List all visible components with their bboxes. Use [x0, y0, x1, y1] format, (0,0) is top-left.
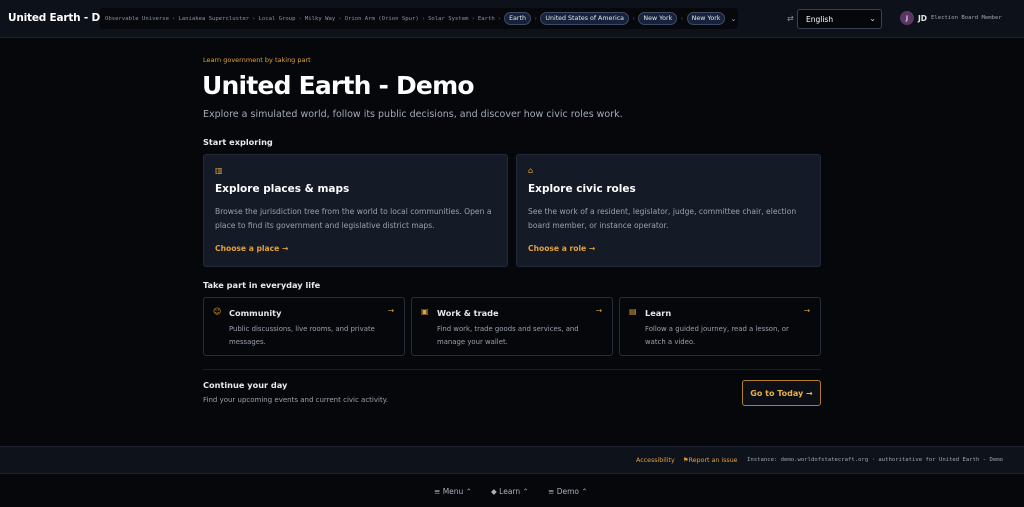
menu-icon: ≡	[434, 487, 441, 496]
breadcrumb-separator: ›	[471, 15, 475, 22]
breadcrumb-pill-new-york-city[interactable]: New York	[686, 12, 726, 25]
card-title: Learn	[645, 308, 672, 318]
report-issue-link[interactable]: ⚑Report an issue	[683, 457, 738, 464]
demo-label: Demo	[556, 487, 579, 496]
breadcrumb-item[interactable]: Solar System	[428, 16, 468, 22]
menu-label: Menu	[442, 487, 464, 496]
breadcrumb-item[interactable]: Milky Way	[305, 16, 335, 22]
breadcrumb-separator: ›	[680, 15, 684, 22]
breadcrumb-separator: ›	[533, 15, 538, 22]
page-title: United Earth - Demo	[202, 71, 475, 100]
menu-button[interactable]: ≡ Menu ⌃	[434, 487, 472, 496]
breadcrumb-separator: ›	[252, 15, 256, 22]
breadcrumb-separator: ›	[632, 15, 636, 22]
continue-description: Find your upcoming events and current ci…	[203, 396, 389, 404]
breadcrumb-pill-usa[interactable]: United States of America	[540, 12, 630, 25]
arrow-right-icon: →	[595, 306, 602, 315]
menu-icon: ≡	[548, 487, 555, 496]
chevron-down-icon[interactable]: ⌄	[730, 15, 736, 23]
instance-info: Instance: demo.worldofstatecraft.org · a…	[747, 457, 1003, 463]
explore-roles-card[interactable]: ⌂ Explore civic roles See the work of a …	[516, 154, 821, 267]
accessibility-link[interactable]: Accessibility	[636, 457, 675, 464]
card-title: Explore civic roles	[528, 183, 636, 195]
top-bar: United Earth - Demo Observable Universe ›…	[0, 0, 1024, 38]
avatar[interactable]: J	[900, 11, 914, 25]
translate-icon: ⇄	[787, 14, 794, 23]
go-to-today-button[interactable]: Go to Today →	[742, 380, 821, 406]
breadcrumb-separator: ›	[298, 15, 302, 22]
start-exploring-heading: Start exploring	[203, 137, 273, 147]
user-menu[interactable]: J JD Election Board Member	[900, 11, 1002, 25]
page-subtitle: Explore a simulated world, follow its pu…	[203, 109, 623, 120]
bottom-nav: ≡ Menu ⌃ ◆ Learn ⌃ ≡ Demo ⌃	[0, 478, 1024, 507]
breadcrumb-separator: ›	[497, 15, 502, 22]
card-description: Find work, trade goods and services, and…	[437, 325, 579, 346]
continue-title: Continue your day	[203, 380, 288, 390]
institution-icon: ⌂	[528, 166, 534, 175]
breadcrumb-pill-new-york-state[interactable]: New York	[638, 12, 678, 25]
footer: Accessibility ⚑Report an issue Instance:…	[0, 446, 1024, 474]
book-icon: ▤	[629, 307, 637, 316]
card-title: Community	[229, 308, 282, 318]
language-select-value: English	[806, 15, 834, 24]
card-description: Public discussions, live rooms, and priv…	[229, 325, 375, 346]
users-icon: ☺	[213, 307, 222, 316]
work-trade-card[interactable]: ▣ Work & trade Find work, trade goods an…	[411, 297, 613, 356]
breadcrumb-item[interactable]: Observable Universe	[105, 16, 169, 22]
everyday-heading: Take part in everyday life	[203, 280, 321, 290]
breadcrumb-item[interactable]: Orion Arm (Orion Spur)	[345, 16, 419, 22]
breadcrumb-item[interactable]: Local Group	[258, 16, 295, 22]
explore-places-card[interactable]: ▥ Explore places & maps Browse the juris…	[203, 154, 508, 267]
user-initials: JD	[918, 13, 928, 23]
user-role: Election Board Member	[931, 15, 1002, 21]
breadcrumb-pill-earth[interactable]: Earth	[504, 12, 531, 25]
hero-kicker: Learn government by taking part	[203, 56, 311, 64]
language-select[interactable]: English ⌄	[797, 9, 882, 29]
card-description: See the work of a resident, legislator, …	[528, 207, 797, 230]
breadcrumb-item[interactable]: Earth	[478, 16, 495, 22]
breadcrumb-separator: ›	[172, 15, 176, 22]
card-description: Browse the jurisdiction tree from the wo…	[215, 207, 492, 230]
card-title: Work & trade	[437, 308, 499, 318]
briefcase-icon: ▣	[421, 307, 429, 316]
choose-place-link[interactable]: Choose a place →	[215, 244, 288, 253]
learn-card[interactable]: ▤ Learn Follow a guided journey, read a …	[619, 297, 821, 356]
report-issue-label: Report an issue	[688, 457, 738, 464]
graduation-cap-icon: ◆	[491, 487, 497, 496]
breadcrumb-separator: ›	[338, 15, 342, 22]
map-icon: ▥	[215, 166, 223, 175]
breadcrumb-separator: ›	[421, 15, 426, 22]
choose-role-link[interactable]: Choose a role →	[528, 244, 595, 253]
divider	[203, 369, 821, 370]
card-title: Explore places & maps	[215, 183, 350, 195]
card-description: Follow a guided journey, read a lesson, …	[645, 325, 789, 346]
arrow-right-icon: →	[387, 306, 394, 315]
arrow-right-icon: →	[803, 306, 810, 315]
chevron-up-icon: ⌃	[581, 487, 588, 496]
learn-button[interactable]: ◆ Learn ⌃	[491, 487, 529, 496]
chevron-down-icon: ⌄	[869, 14, 876, 23]
chevron-up-icon: ⌃	[465, 487, 472, 496]
breadcrumb-item[interactable]: Laniakea Supercluster	[178, 16, 249, 22]
community-card[interactable]: ☺ Community Public discussions, live roo…	[203, 297, 405, 356]
breadcrumb: Observable Universe › Laniakea Superclust…	[100, 8, 738, 29]
demo-button[interactable]: ≡ Demo ⌃	[548, 487, 588, 496]
learn-label: Learn	[499, 487, 521, 496]
chevron-up-icon: ⌃	[522, 487, 529, 496]
